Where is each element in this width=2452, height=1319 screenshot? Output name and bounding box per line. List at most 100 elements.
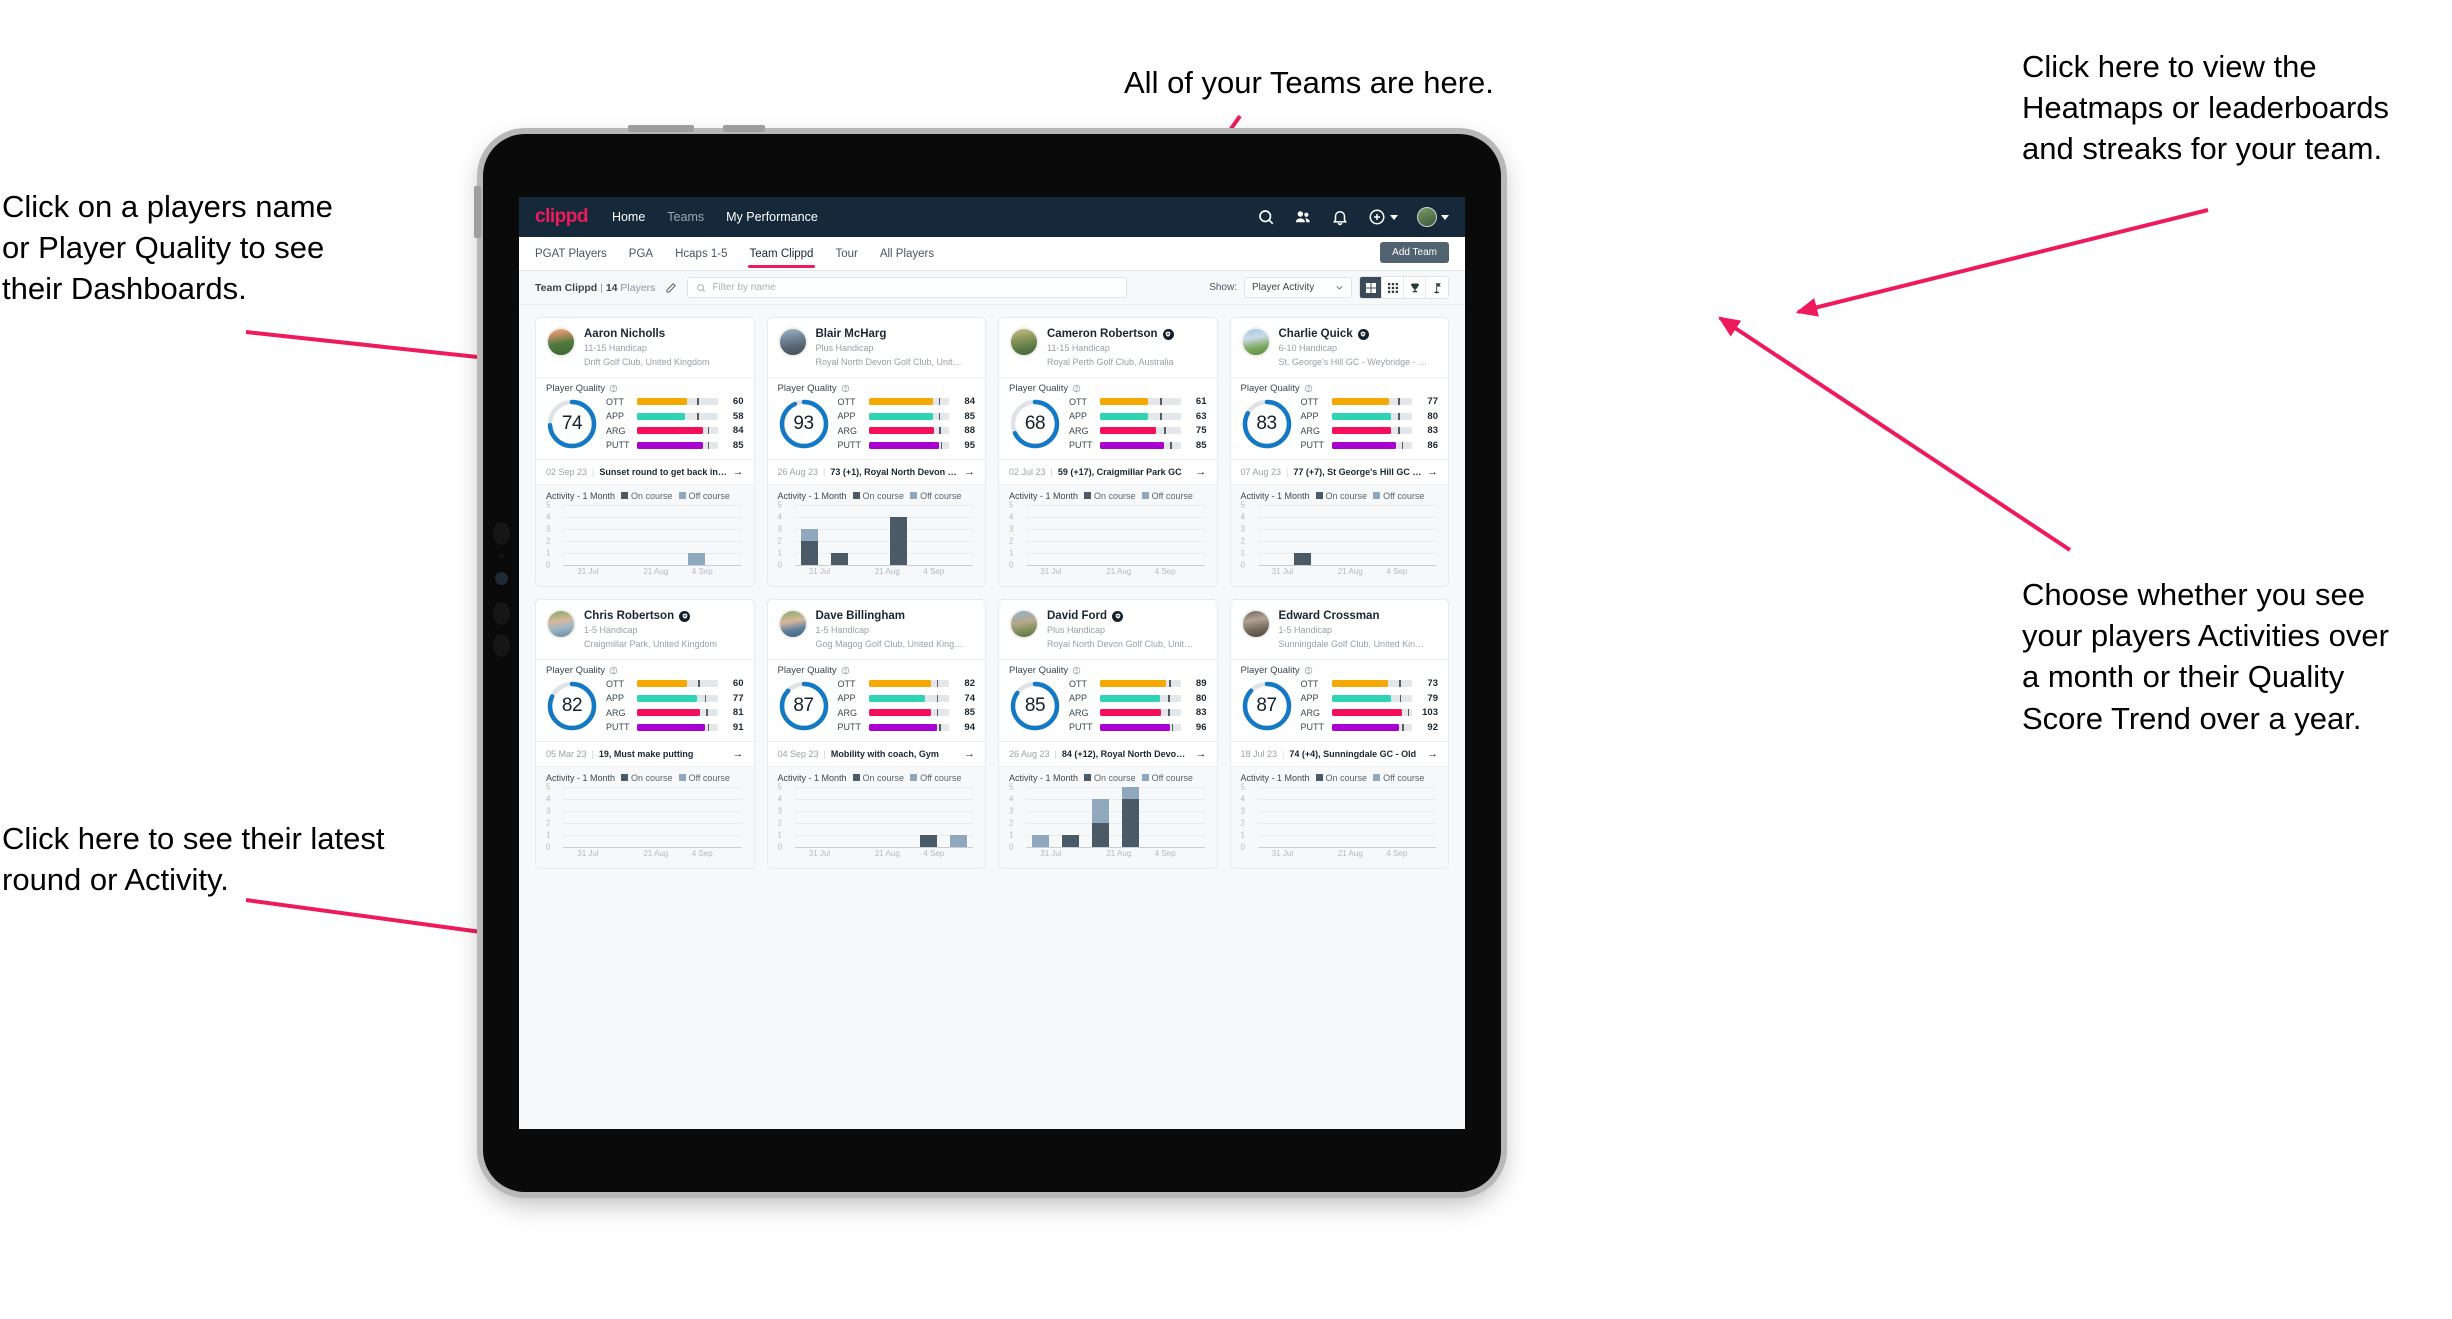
- help-circle-icon[interactable]: [1072, 384, 1081, 393]
- player-card[interactable]: Chris Robertson 1-5 Handicap Craigmillar…: [535, 598, 755, 869]
- latest-round-arrow-icon[interactable]: →: [1427, 466, 1438, 478]
- player-avatar[interactable]: [1009, 327, 1039, 357]
- chevron-down-icon[interactable]: [1390, 214, 1398, 220]
- latest-round-arrow-icon[interactable]: →: [733, 466, 744, 478]
- avatar[interactable]: [1417, 207, 1437, 227]
- help-circle-icon[interactable]: [1072, 666, 1081, 675]
- latest-round-row[interactable]: 04 Sep 23 | Mobility with coach, Gym →: [767, 740, 985, 766]
- player-handicap: 1-5 Handicap: [584, 625, 638, 636]
- metric-benchmark-tick: [936, 680, 939, 688]
- player-avatar[interactable]: [777, 608, 808, 639]
- pencil-icon[interactable]: [665, 282, 677, 294]
- metric-value: 79: [1427, 692, 1438, 704]
- latest-round-row[interactable]: 26 Aug 23 | 84 (+12), Royal North Devon …: [999, 740, 1217, 766]
- tab-hcaps-1-5[interactable]: Hcaps 1-5: [675, 240, 727, 268]
- player-card[interactable]: Cameron Robertson 11-15 Handicap Royal P…: [998, 317, 1218, 587]
- player-quality-section[interactable]: Player Quality 87 OTT 82 APP 74 ARG 85 P…: [767, 659, 985, 741]
- chevron-down-icon-profile[interactable]: [1441, 214, 1449, 220]
- latest-round-arrow-icon[interactable]: →: [1196, 748, 1207, 760]
- profile-menu[interactable]: [1417, 207, 1449, 227]
- player-quality-section[interactable]: Player Quality 82 OTT 60 APP 77 ARG 81 P…: [536, 659, 754, 741]
- metric-value: 77: [1427, 396, 1438, 408]
- clippd-logo[interactable]: clippd: [535, 206, 588, 228]
- player-name[interactable]: Dave Billingham: [816, 609, 966, 623]
- latest-round-arrow-icon[interactable]: →: [1196, 466, 1207, 478]
- player-card[interactable]: Dave Billingham 1-5 Handicap Gog Magog G…: [766, 598, 986, 869]
- player-avatar[interactable]: [1009, 608, 1039, 639]
- latest-round-arrow-icon[interactable]: →: [1427, 748, 1438, 760]
- search-input[interactable]: Filter by name: [687, 277, 1128, 298]
- nav-link-home[interactable]: Home: [612, 210, 645, 224]
- latest-round-arrow-icon[interactable]: →: [964, 748, 975, 760]
- player-avatar[interactable]: [777, 327, 808, 357]
- metric-bar-fill: [868, 709, 932, 717]
- x-axis-tick: 21 Aug: [1337, 566, 1363, 576]
- player-card[interactable]: Blair McHarg Plus Handicap Royal North D…: [766, 317, 986, 587]
- add-team-button[interactable]: Add Team: [1380, 242, 1449, 263]
- trophy-leaderboard-view-button[interactable]: [1404, 277, 1426, 298]
- player-name[interactable]: Charlie Quick: [1279, 327, 1429, 341]
- player-card-header[interactable]: Blair McHarg Plus Handicap Royal North D…: [768, 318, 986, 377]
- player-quality-section[interactable]: Player Quality 93 OTT 84 APP 85 ARG 88 P…: [767, 377, 985, 459]
- latest-round-row[interactable]: 02 Jul 23 | 59 (+17), Craigmillar Park G…: [999, 458, 1217, 484]
- activity-bar-on-course: [1121, 798, 1139, 847]
- latest-round-row[interactable]: 02 Sep 23 | Sunset round to get back int…: [536, 458, 754, 484]
- player-name[interactable]: Aaron Nicholls: [584, 327, 710, 341]
- player-avatar[interactable]: [1240, 327, 1271, 357]
- player-card-header[interactable]: Chris Robertson 1-5 Handicap Craigmillar…: [536, 600, 754, 659]
- tab-pgat-players[interactable]: PGAT Players: [535, 240, 607, 268]
- latest-round-row[interactable]: 05 Mar 23 | 19, Must make putting →: [536, 740, 754, 766]
- player-quality-section[interactable]: Player Quality 85 OTT 89 APP 80 ARG 83 P…: [999, 659, 1217, 741]
- latest-round-row[interactable]: 07 Aug 23 | 77 (+7), St George's Hill GC…: [1230, 458, 1448, 484]
- player-name[interactable]: Cameron Robertson: [1047, 327, 1174, 341]
- player-name[interactable]: Blair McHarg: [816, 327, 966, 341]
- help-circle-icon[interactable]: [609, 666, 618, 675]
- player-card-header[interactable]: Edward Crossman 1-5 Handicap Sunningdale…: [1231, 600, 1449, 659]
- player-card-header[interactable]: Cameron Robertson 11-15 Handicap Royal P…: [999, 318, 1217, 377]
- player-quality-section[interactable]: Player Quality 74 OTT 60 APP 58 ARG 84 P…: [536, 377, 754, 459]
- player-avatar[interactable]: [546, 608, 576, 639]
- latest-round-arrow-icon[interactable]: →: [733, 748, 744, 760]
- search-icon[interactable]: [1257, 208, 1275, 226]
- player-name[interactable]: David Ford: [1047, 609, 1197, 623]
- help-circle-icon[interactable]: [841, 666, 850, 675]
- add-menu[interactable]: [1368, 208, 1398, 226]
- player-card-header[interactable]: David Ford Plus Handicap Royal North Dev…: [999, 600, 1217, 659]
- latest-round-row[interactable]: 18 Jul 23 | 74 (+4), Sunningdale GC - Ol…: [1230, 740, 1448, 766]
- tab-team-clippd[interactable]: Team Clippd: [747, 240, 816, 268]
- golf-flag-view-button[interactable]: [1426, 277, 1448, 298]
- tab-pga[interactable]: PGA: [629, 240, 653, 268]
- help-circle-icon[interactable]: [841, 384, 850, 393]
- player-card[interactable]: Edward Crossman 1-5 Handicap Sunningdale…: [1229, 598, 1449, 869]
- help-circle-icon[interactable]: [609, 384, 618, 393]
- player-name-text: Charlie Quick: [1278, 328, 1353, 340]
- player-avatar[interactable]: [1240, 608, 1271, 639]
- player-quality-section[interactable]: Player Quality 83 OTT 77 APP 80 ARG 83 P…: [1230, 377, 1448, 459]
- latest-round-row[interactable]: 26 Aug 23 | 73 (+1), Royal North Devon G…: [767, 458, 985, 484]
- grid-large-view-button[interactable]: [1360, 277, 1382, 298]
- tab-tour[interactable]: Tour: [835, 240, 857, 268]
- help-circle-icon[interactable]: [1304, 384, 1313, 393]
- help-circle-icon[interactable]: [1304, 666, 1313, 675]
- bell-icon[interactable]: [1331, 208, 1349, 226]
- show-select[interactable]: Player Activity: [1244, 277, 1352, 298]
- player-card-header[interactable]: Charlie Quick 6-10 Handicap St. George's…: [1231, 318, 1449, 377]
- player-card[interactable]: David Ford Plus Handicap Royal North Dev…: [998, 598, 1218, 869]
- tab-all-players[interactable]: All Players: [880, 240, 934, 268]
- metric-row-ott: OTT 82: [838, 678, 976, 689]
- nav-link-teams[interactable]: Teams: [667, 210, 704, 224]
- plus-circle-icon[interactable]: [1368, 208, 1386, 226]
- player-quality-section[interactable]: Player Quality 68 OTT 61 APP 63 ARG 75 P…: [999, 377, 1217, 459]
- player-avatar[interactable]: [546, 327, 576, 357]
- player-card-header[interactable]: Dave Billingham 1-5 Handicap Gog Magog G…: [768, 600, 986, 659]
- player-name[interactable]: Edward Crossman: [1279, 609, 1429, 623]
- player-card[interactable]: Charlie Quick 6-10 Handicap St. George's…: [1229, 317, 1449, 587]
- player-card-header[interactable]: Aaron Nicholls 11-15 Handicap Drift Golf…: [536, 318, 754, 377]
- player-quality-section[interactable]: Player Quality 87 OTT 73 APP 79 ARG 103 …: [1230, 659, 1448, 741]
- player-card[interactable]: Aaron Nicholls 11-15 Handicap Drift Golf…: [535, 317, 755, 587]
- player-name[interactable]: Chris Robertson: [584, 609, 717, 623]
- nav-link-my-performance[interactable]: My Performance: [726, 210, 818, 224]
- grid-small-view-button[interactable]: [1382, 277, 1404, 298]
- latest-round-arrow-icon[interactable]: →: [964, 466, 975, 478]
- people-icon[interactable]: [1294, 208, 1312, 226]
